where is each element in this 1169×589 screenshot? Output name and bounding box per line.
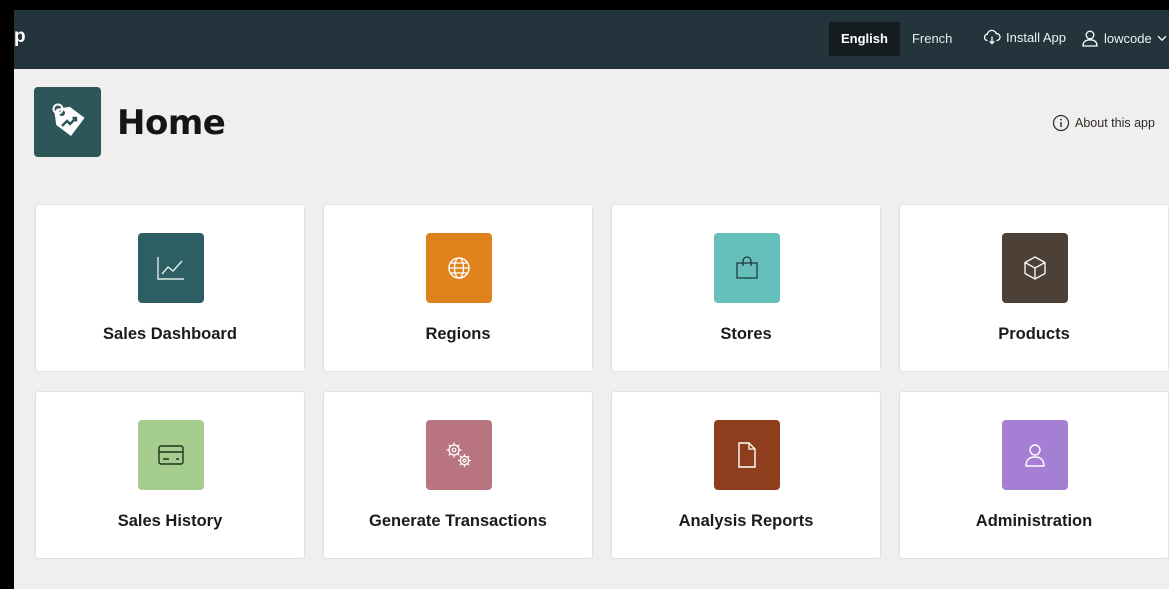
card-label: Sales Dashboard [103, 325, 237, 343]
chevron-down-icon [1157, 35, 1167, 41]
about-this-app-link[interactable]: About this app [1052, 114, 1155, 132]
app-brand[interactable]: p [14, 26, 26, 48]
user-icon [1002, 420, 1068, 490]
card-analysis-reports[interactable]: Analysis Reports [611, 391, 881, 559]
cloud-download-icon [983, 29, 1001, 45]
card-sales-history[interactable]: Sales History [35, 391, 305, 559]
top-navigation-bar: p English French Install App lowcode [14, 10, 1169, 69]
app-logo [34, 87, 101, 157]
navigation-cards: Sales Dashboard Regions Stores Products … [14, 189, 1169, 589]
user-icon [1082, 30, 1098, 47]
info-icon [1052, 114, 1070, 132]
card-label: Sales History [117, 512, 223, 530]
card-administration[interactable]: Administration [899, 391, 1169, 559]
card-label: Products [998, 325, 1070, 343]
shopping-bag-icon [714, 233, 780, 303]
language-english[interactable]: English [829, 22, 900, 56]
page-title: Home [117, 103, 226, 143]
about-label: About this app [1075, 116, 1155, 130]
app-window: p English French Install App lowcode Hom… [14, 10, 1169, 589]
user-menu[interactable]: lowcode [1081, 29, 1167, 47]
gears-icon [426, 420, 492, 490]
card-stores[interactable]: Stores [611, 204, 881, 372]
page-header: Home About this app [14, 69, 1169, 189]
install-app-button[interactable]: Install App [983, 29, 1066, 45]
card-label: Regions [425, 325, 491, 343]
language-french[interactable]: French [900, 22, 964, 56]
globe-icon [426, 233, 492, 303]
line-chart-icon [138, 233, 204, 303]
card-sales-dashboard[interactable]: Sales Dashboard [35, 204, 305, 372]
install-app-label: Install App [1006, 29, 1066, 45]
language-selector: English French [829, 22, 964, 56]
document-icon [714, 420, 780, 490]
card-regions[interactable]: Regions [323, 204, 593, 372]
card-generate-transactions[interactable]: Generate Transactions [323, 391, 593, 559]
card-label: Analysis Reports [678, 512, 814, 530]
card-products[interactable]: Products [899, 204, 1169, 372]
card-label: Stores [720, 325, 772, 343]
credit-card-icon [138, 420, 204, 490]
card-label: Generate Transactions [369, 512, 547, 530]
price-tag-icon [52, 103, 85, 137]
box-icon [1002, 233, 1068, 303]
username-label: lowcode [1104, 30, 1152, 46]
card-label: Administration [975, 512, 1093, 530]
